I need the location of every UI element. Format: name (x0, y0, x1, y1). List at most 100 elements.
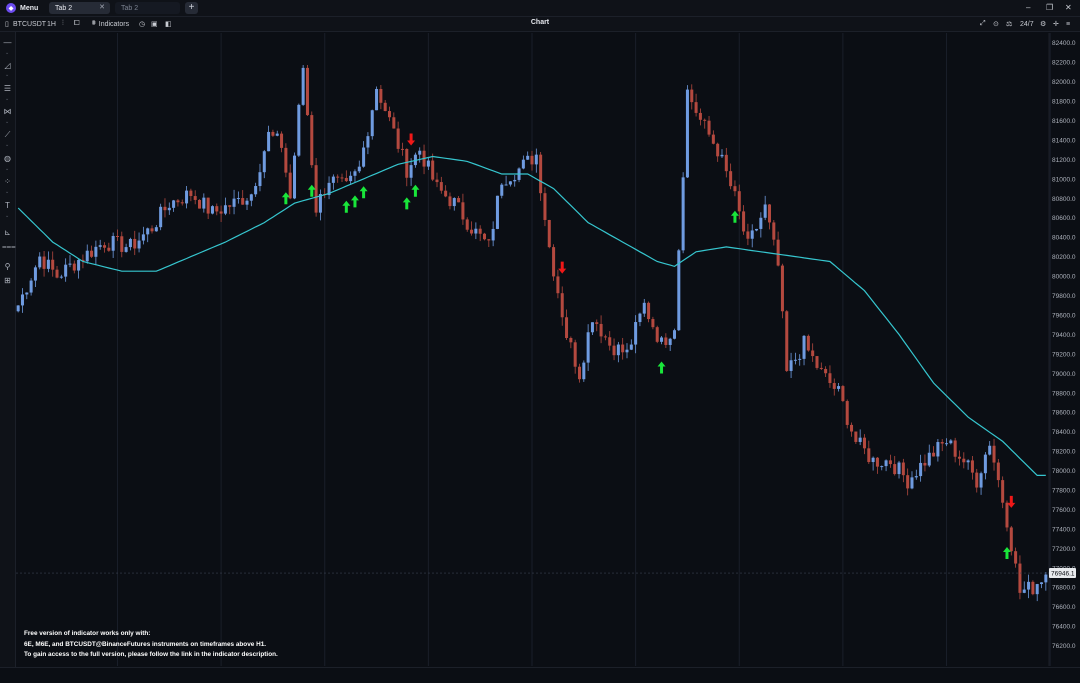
candle-body (405, 148, 409, 178)
pattern-tool-icon[interactable]: ⋈ (2, 107, 13, 116)
candle-body (802, 335, 806, 359)
candle-body (461, 202, 465, 220)
chevron-down-icon[interactable]: ⌄ (5, 72, 9, 78)
candle-body (1009, 527, 1013, 552)
fib-tool-icon[interactable]: ☰ (2, 84, 13, 93)
measure-tool-icon[interactable]: ⊾ (2, 228, 13, 237)
candle-body (996, 462, 1000, 481)
candle-body (439, 182, 443, 191)
symbol-selector[interactable]: BTCUSDT (13, 19, 46, 29)
crosshair-icon[interactable]: ✛ (1053, 19, 1059, 29)
candle-body (897, 462, 901, 475)
chevron-down-icon[interactable]: ⌄ (5, 50, 9, 56)
price-chart[interactable]: 82400.0 82200.0 82000.0 81800.0 81600.0 81400… (0, 0, 1080, 682)
candle-body (703, 119, 707, 121)
candle-body (927, 452, 931, 466)
text-tool-icon[interactable]: T (2, 201, 13, 210)
candle-body (72, 263, 76, 271)
candle-body (215, 206, 219, 212)
candle-type-icon[interactable]: ⫶ (62, 19, 64, 29)
candle-body (141, 234, 145, 241)
candle-body (832, 383, 836, 389)
candle-body (733, 186, 737, 192)
instrument-icon[interactable]: ▯ (5, 19, 9, 29)
price-tick-label: 82400.0 (1052, 40, 1076, 47)
horizontal-line-tool-icon[interactable]: — (2, 38, 13, 47)
indicator-notice: Free version of indicator works only wit… (24, 629, 278, 661)
tab-inactive[interactable]: Tab 2 (115, 2, 180, 14)
chart-toolbar: ▯ BTCUSDT 1H ⫶ ⧠ ⩩ Indicators ◷ ▣ ◧ Char… (0, 17, 1080, 32)
candle-body (837, 386, 841, 389)
candle-body (409, 165, 413, 178)
maximize-icon[interactable]: ❐ (1046, 3, 1053, 12)
price-tick-label: 78000.0 (1052, 468, 1076, 475)
screenshot-icon[interactable]: ⊙ (993, 19, 999, 29)
candle-body (77, 259, 81, 271)
candle-body (115, 235, 119, 237)
close-window-icon[interactable]: ✕ (1065, 3, 1072, 12)
candle-body (25, 292, 29, 295)
price-tick-label: 81200.0 (1052, 157, 1076, 164)
candle-body (90, 250, 94, 257)
layout-icon[interactable]: ◧ (165, 19, 172, 29)
candle-body (746, 231, 750, 239)
candle-body (906, 475, 910, 489)
compare-icon[interactable]: ⧠ (74, 19, 80, 29)
chevron-down-icon[interactable]: ⌄ (5, 119, 9, 125)
chevron-down-icon[interactable]: ⌄ (5, 142, 9, 148)
candle-body (552, 247, 556, 277)
menu-button[interactable]: ◆ Menu (6, 2, 38, 14)
timeframe-selector[interactable]: 1H (47, 19, 56, 29)
candle-body (357, 166, 361, 172)
indicators-icon: ⩩ (92, 20, 96, 27)
scale-icon[interactable]: ⚖ (1006, 19, 1012, 29)
candle-body (318, 194, 322, 213)
candle-body (612, 345, 616, 356)
session-label[interactable]: 24/7 (1020, 19, 1034, 29)
chevron-down-icon[interactable]: ⌄ (5, 213, 9, 219)
candle-body (223, 205, 227, 214)
candle-body (457, 198, 461, 203)
pencil-tool-icon[interactable]: ⟋ (2, 130, 13, 139)
candle-body (763, 204, 767, 218)
candle-body (923, 462, 927, 466)
candle-body (275, 133, 279, 136)
candle-body (103, 245, 107, 248)
new-tab-button[interactable]: + (185, 2, 198, 14)
candle-body (1040, 582, 1044, 585)
indicators-button[interactable]: ⩩ Indicators (92, 19, 129, 29)
candle-body (824, 368, 828, 374)
candle-body (841, 386, 845, 402)
tab-active[interactable]: Tab 2 ✕ (49, 2, 110, 14)
candle-body (20, 294, 24, 306)
candle-body (625, 349, 629, 353)
candle-body (241, 198, 245, 205)
settings-gear-icon[interactable]: ⚙ (1040, 19, 1046, 29)
candle-body (655, 327, 659, 342)
shapes-tool-icon[interactable]: ⁘ (2, 177, 13, 186)
triangle-tool-icon[interactable]: ◿ (2, 61, 13, 70)
current-price-label: 76946.1 (1051, 571, 1075, 578)
brush-tool-icon[interactable]: ◍ (2, 154, 13, 163)
candle-body (59, 276, 63, 278)
template-icon[interactable]: ▣ (151, 19, 158, 29)
lock-tool-icon[interactable]: ⊞ (2, 276, 13, 285)
chevron-down-icon[interactable]: ⌄ (5, 189, 9, 195)
ruler-tool-icon[interactable]: ⩶ (2, 242, 16, 251)
minimize-icon[interactable]: – (1026, 3, 1030, 12)
candle-body (685, 89, 689, 178)
candle-body (163, 206, 167, 211)
price-tick-label: 76400.0 (1052, 624, 1076, 631)
candle-body (560, 293, 564, 318)
candle-body (1014, 551, 1018, 564)
candle-body (616, 344, 620, 356)
candle-body (880, 466, 884, 468)
price-tick-label: 80200.0 (1052, 254, 1076, 261)
more-options-icon[interactable]: ≡ (1066, 19, 1070, 29)
fullscreen-icon[interactable]: ⤢ (980, 19, 986, 29)
magnet-tool-icon[interactable]: ⚲ (2, 262, 13, 271)
alert-icon[interactable]: ◷ (139, 19, 145, 29)
close-tab-icon[interactable]: ✕ (99, 3, 105, 11)
chevron-down-icon[interactable]: ⌄ (5, 96, 9, 102)
chevron-down-icon[interactable]: ⌄ (5, 166, 9, 172)
